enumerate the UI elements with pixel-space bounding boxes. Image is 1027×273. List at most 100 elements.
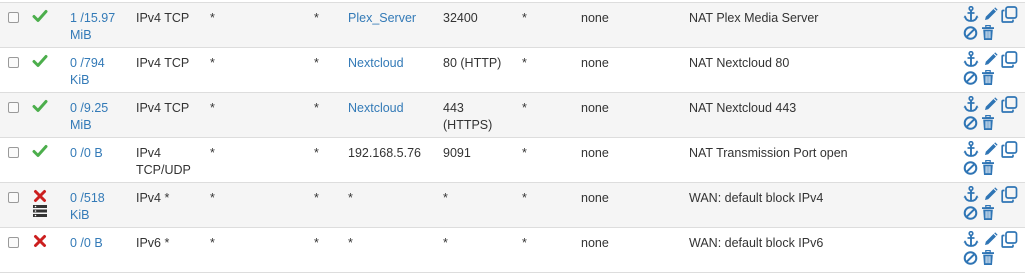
destination-alias-link-line1[interactable]: Nextcloud bbox=[348, 100, 404, 117]
rule-select-checkbox[interactable] bbox=[8, 57, 19, 68]
port-cell: * bbox=[314, 145, 319, 162]
edit-pencil-icon[interactable] bbox=[983, 187, 999, 203]
disable-ban-icon[interactable] bbox=[963, 115, 979, 131]
states-link-line1[interactable]: 0 /0 B bbox=[70, 145, 103, 162]
copy-icon[interactable] bbox=[1001, 231, 1018, 248]
edit-pencil-icon[interactable] bbox=[983, 142, 999, 158]
copy-icon[interactable] bbox=[1001, 186, 1018, 203]
source-cell-line1: * bbox=[210, 236, 215, 250]
dest-port-cell-line2: (HTTPS) bbox=[443, 118, 493, 132]
anchor-icon[interactable] bbox=[963, 96, 979, 112]
rule-select-checkbox[interactable] bbox=[8, 192, 19, 203]
queue-cell-line1: none bbox=[581, 191, 609, 205]
states-link[interactable]: 1 /15.97 MiB bbox=[70, 10, 115, 44]
protocol-cell: IPv4 * bbox=[136, 190, 169, 207]
pass-check-icon bbox=[32, 143, 48, 159]
states-link[interactable]: 0 /9.25 MiB bbox=[70, 100, 108, 134]
destination-cell: 192.168.5.76 bbox=[348, 145, 421, 162]
destination-alias-link-line1[interactable]: Plex_Server bbox=[348, 10, 416, 27]
states-link-line1[interactable]: 1 /15.97 bbox=[70, 10, 115, 27]
port-cell-line1: * bbox=[314, 11, 319, 25]
description-cell-line1: NAT Nextcloud 443 bbox=[689, 101, 797, 115]
gateway-cell: * bbox=[522, 145, 527, 162]
rule-select-checkbox[interactable] bbox=[8, 102, 19, 113]
disable-ban-icon[interactable] bbox=[963, 205, 979, 221]
delete-trash-icon[interactable] bbox=[981, 115, 997, 131]
description-cell: NAT Nextcloud 80 bbox=[689, 55, 789, 72]
states-link-line1[interactable]: 0 /0 B bbox=[70, 235, 103, 252]
states-link-line2[interactable]: MiB bbox=[70, 117, 108, 134]
protocol-cell-line1: IPv4 TCP bbox=[136, 101, 190, 115]
disable-ban-icon[interactable] bbox=[963, 25, 979, 41]
edit-pencil-icon[interactable] bbox=[983, 232, 999, 248]
copy-icon[interactable] bbox=[1001, 141, 1018, 158]
dest-port-cell: * bbox=[443, 235, 448, 252]
row-actions bbox=[963, 51, 1023, 89]
disable-ban-icon[interactable] bbox=[963, 160, 979, 176]
anchor-icon[interactable] bbox=[963, 6, 979, 22]
destination-alias-link[interactable]: Plex_Server bbox=[348, 10, 416, 27]
disable-ban-icon[interactable] bbox=[963, 250, 979, 266]
rule-select-checkbox[interactable] bbox=[8, 237, 19, 248]
gateway-cell-line1: * bbox=[522, 56, 527, 70]
row-actions bbox=[963, 96, 1023, 134]
description-cell: NAT Plex Media Server bbox=[689, 10, 818, 27]
source-cell-line1: * bbox=[210, 56, 215, 70]
delete-trash-icon[interactable] bbox=[981, 25, 997, 41]
gateway-cell-line1: * bbox=[522, 236, 527, 250]
description-cell-line1: NAT Plex Media Server bbox=[689, 11, 819, 25]
delete-trash-icon[interactable] bbox=[981, 205, 997, 221]
anchor-icon[interactable] bbox=[963, 51, 979, 67]
states-link[interactable]: 0 /0 B bbox=[70, 145, 103, 162]
protocol-cell: IPv4 TCP/UDP bbox=[136, 145, 191, 179]
gateway-cell: * bbox=[522, 10, 527, 27]
row-actions bbox=[963, 6, 1023, 44]
rule-select-checkbox[interactable] bbox=[8, 12, 19, 23]
states-link-line1[interactable]: 0 /518 bbox=[70, 190, 105, 207]
delete-trash-icon[interactable] bbox=[981, 250, 997, 266]
anchor-icon[interactable] bbox=[963, 186, 979, 202]
protocol-cell: IPv4 TCP bbox=[136, 100, 189, 117]
dest-port-cell: 9091 bbox=[443, 145, 471, 162]
port-cell: * bbox=[314, 190, 319, 207]
source-cell-line1: * bbox=[210, 11, 215, 25]
edit-pencil-icon[interactable] bbox=[983, 7, 999, 23]
delete-trash-icon[interactable] bbox=[981, 160, 997, 176]
delete-trash-icon[interactable] bbox=[981, 70, 997, 86]
states-link-line2[interactable]: KiB bbox=[70, 72, 105, 89]
rule-select-checkbox[interactable] bbox=[8, 147, 19, 158]
states-link[interactable]: 0 /0 B bbox=[70, 235, 103, 252]
row-actions bbox=[963, 231, 1023, 269]
gateway-cell-line1: * bbox=[522, 11, 527, 25]
dest-port-cell-line1: 80 (HTTP) bbox=[443, 56, 502, 70]
destination-alias-link-line1[interactable]: Nextcloud bbox=[348, 55, 404, 72]
source-cell: * bbox=[210, 55, 215, 72]
destination-cell-line1: 192.168.5.76 bbox=[348, 146, 421, 160]
copy-icon[interactable] bbox=[1001, 51, 1018, 68]
description-cell-line1: WAN: default block IPv6 bbox=[689, 236, 824, 250]
destination-cell: * bbox=[348, 235, 353, 252]
edit-pencil-icon[interactable] bbox=[983, 52, 999, 68]
gateway-cell-line1: * bbox=[522, 146, 527, 160]
copy-icon[interactable] bbox=[1001, 6, 1018, 23]
anchor-icon[interactable] bbox=[963, 231, 979, 247]
copy-icon[interactable] bbox=[1001, 96, 1018, 113]
states-link-line2[interactable]: MiB bbox=[70, 27, 115, 44]
port-cell: * bbox=[314, 100, 319, 117]
states-link[interactable]: 0 /518 KiB bbox=[70, 190, 105, 224]
edit-pencil-icon[interactable] bbox=[983, 97, 999, 113]
disable-ban-icon[interactable] bbox=[963, 70, 979, 86]
table-row: 0 /9.25 MiB IPv4 TCP * * Nextcloud 443 (HTTPS) *… bbox=[0, 92, 1025, 137]
description-cell: NAT Nextcloud 443 bbox=[689, 100, 796, 117]
states-link-line2[interactable]: KiB bbox=[70, 207, 105, 224]
destination-alias-link[interactable]: Nextcloud bbox=[348, 55, 404, 72]
states-link[interactable]: 0 /794 KiB bbox=[70, 55, 105, 89]
description-cell-line1: NAT Nextcloud 80 bbox=[689, 56, 790, 70]
log-tasks-icon bbox=[32, 205, 48, 217]
anchor-icon[interactable] bbox=[963, 141, 979, 157]
gateway-cell: * bbox=[522, 190, 527, 207]
states-link-line1[interactable]: 0 /794 bbox=[70, 55, 105, 72]
states-link-line1[interactable]: 0 /9.25 bbox=[70, 100, 108, 117]
destination-alias-link[interactable]: Nextcloud bbox=[348, 100, 404, 117]
port-cell: * bbox=[314, 235, 319, 252]
